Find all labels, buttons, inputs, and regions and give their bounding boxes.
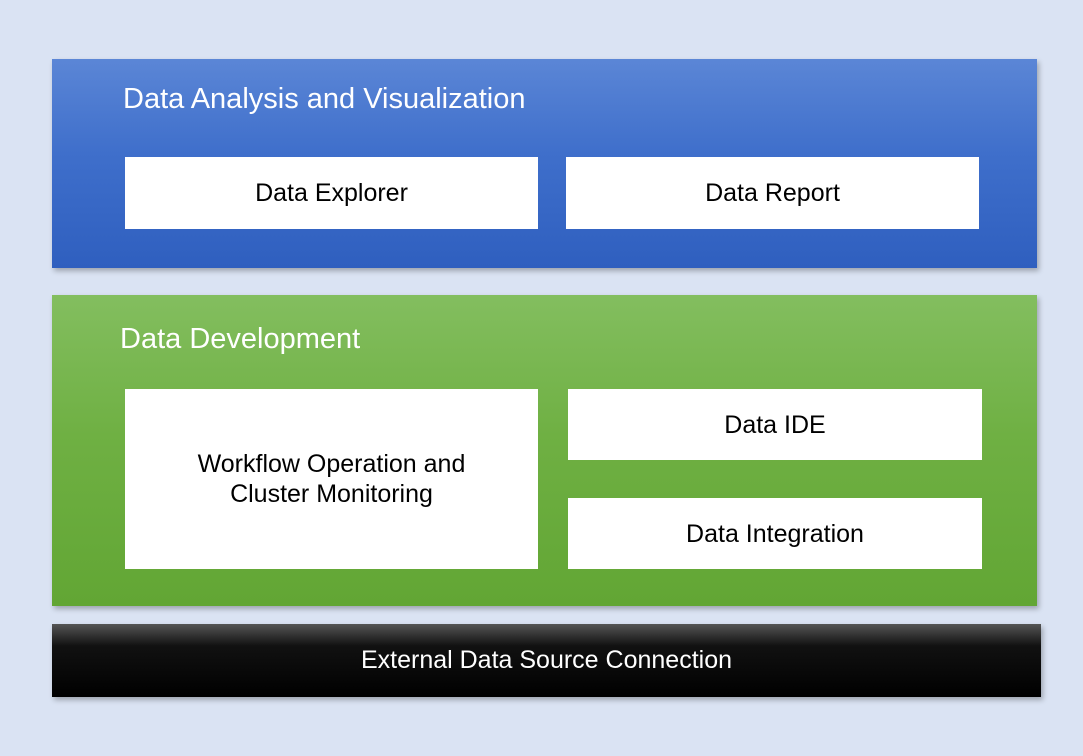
analysis-visualization-layer: Data Analysis and Visualization Data Exp…: [52, 59, 1037, 268]
data-explorer-box: Data Explorer: [125, 157, 538, 229]
data-development-title: Data Development: [120, 323, 361, 355]
workflow-operation-cluster-monitoring-box: Workflow Operation and Cluster Monitorin…: [125, 389, 538, 569]
analysis-visualization-title: Data Analysis and Visualization: [123, 83, 526, 115]
data-integration-box: Data Integration: [568, 498, 982, 569]
data-development-layer: Data Development Workflow Operation and …: [52, 295, 1037, 606]
data-ide-box: Data IDE: [568, 389, 982, 460]
external-data-source-connection-layer: External Data Source Connection: [52, 624, 1041, 697]
data-report-box: Data Report: [566, 157, 979, 229]
